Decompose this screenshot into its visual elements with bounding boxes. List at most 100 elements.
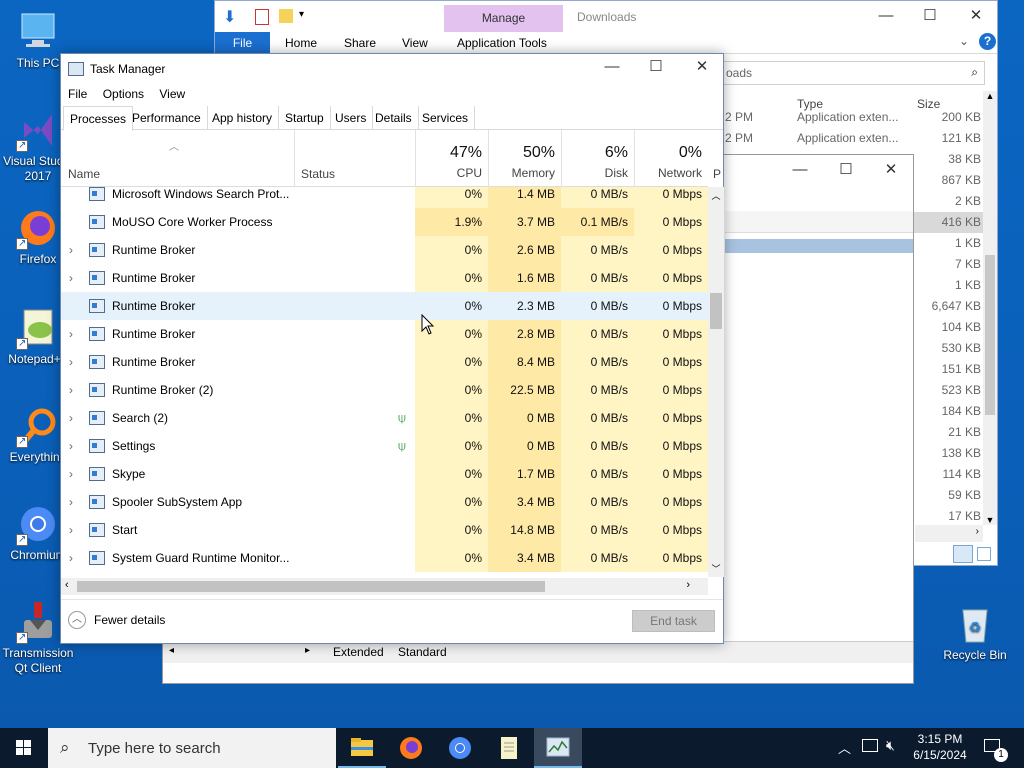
file-row[interactable]: 2 PM Application exten... 200 KB: [725, 107, 983, 128]
menu-file[interactable]: File: [68, 87, 87, 101]
tm-maximize-button[interactable]: ☐: [633, 52, 679, 82]
expand-chevron-icon[interactable]: ›: [69, 376, 73, 404]
expand-chevron-icon[interactable]: ›: [69, 348, 73, 376]
tab-scroll-left-icon[interactable]: ◂: [169, 645, 174, 656]
column-header-power[interactable]: P: [713, 167, 721, 181]
taskbar-task-manager[interactable]: [534, 728, 582, 768]
process-row[interactable]: › Spooler SubSystem App 0% 3.4 MB 0 MB/s 0 Mb…: [61, 488, 708, 516]
action-center-button[interactable]: 1: [980, 728, 1024, 768]
column-header-memory[interactable]: 50% Memory: [488, 130, 561, 187]
new-folder-icon[interactable]: [279, 9, 293, 23]
file-row[interactable]: 2 PM Application exten... 121 KB: [725, 128, 983, 149]
scroll-down-icon[interactable]: ﹀: [708, 562, 724, 575]
task-manager-window[interactable]: Task Manager — ☐ ✕ File Options View Pro…: [60, 53, 724, 644]
column-header-name[interactable]: Name: [68, 167, 100, 181]
network-icon[interactable]: [862, 739, 878, 752]
taskbar-chromium[interactable]: [436, 728, 484, 768]
explorer-vscroll[interactable]: ▲ ▼: [983, 91, 997, 525]
expand-chevron-icon[interactable]: ›: [69, 264, 73, 292]
explorer-close-button[interactable]: ✕: [953, 1, 999, 31]
tm-close-button[interactable]: ✕: [679, 52, 725, 82]
scroll-right-icon[interactable]: ›: [686, 579, 690, 591]
process-row[interactable]: › Skype 0% 1.7 MB 0 MB/s 0 Mbps: [61, 460, 708, 488]
tab-processes[interactable]: Processes: [63, 106, 134, 131]
large-icons-view-icon[interactable]: [977, 547, 991, 561]
tab-performance[interactable]: Performance: [126, 106, 208, 130]
scroll-up-icon[interactable]: ▲: [983, 91, 997, 101]
column-header-disk[interactable]: 6% Disk: [561, 130, 634, 187]
expand-chevron-icon[interactable]: ›: [69, 460, 73, 488]
process-row[interactable]: › Search (2) ⍦ 0% 0 MB 0 MB/s 0 Mbps: [61, 404, 708, 432]
explorer-hscroll[interactable]: ›: [915, 525, 983, 542]
ribbon-expand-icon[interactable]: ⌄: [959, 34, 969, 48]
process-row[interactable]: › Runtime Broker 0% 8.4 MB 0 MB/s 0 Mbps: [61, 348, 708, 376]
tab-extended[interactable]: Extended: [333, 645, 384, 659]
menu-view[interactable]: View: [159, 87, 185, 101]
expand-chevron-icon[interactable]: ›: [69, 236, 73, 264]
desktop-icon-recycle-bin[interactable]: ♻ Recycle Bin: [937, 602, 1013, 663]
explorer-maximize-button[interactable]: ☐: [907, 1, 953, 31]
tab-scroll-right-icon[interactable]: ▸: [305, 645, 310, 656]
ribbon-tab-view[interactable]: View: [402, 36, 428, 50]
properties-icon[interactable]: [255, 9, 269, 25]
tab-standard[interactable]: Standard: [398, 645, 447, 659]
show-hidden-icons-icon[interactable]: ︿: [838, 738, 851, 757]
volume-muted-icon[interactable]: 🔇︎: [886, 737, 895, 754]
column-header-network[interactable]: 0% Network: [634, 130, 708, 187]
tab-app-history[interactable]: App history: [206, 106, 280, 130]
midwin-minimize-button[interactable]: —: [777, 155, 823, 185]
menu-options[interactable]: Options: [103, 87, 144, 101]
scroll-up-icon[interactable]: ︿: [708, 189, 724, 202]
taskbar-notepad[interactable]: [485, 728, 533, 768]
tab-services[interactable]: Services: [416, 106, 476, 130]
expand-chevron-icon[interactable]: ›: [69, 516, 73, 544]
explorer-search-box[interactable]: oads ⌕: [723, 61, 985, 85]
expand-chevron-icon[interactable]: ›: [69, 432, 73, 460]
manage-contextual-tab[interactable]: Manage: [444, 5, 563, 32]
taskbar-search-box[interactable]: ⌕ Type here to search: [48, 728, 336, 768]
process-row[interactable]: › Runtime Broker 0% 2.6 MB 0 MB/s 0 Mbps: [61, 236, 708, 264]
process-list-vscroll[interactable]: ︿ ﹀: [708, 187, 724, 577]
process-list-hscroll[interactable]: ‹ ›: [61, 578, 708, 595]
column-divider[interactable]: [294, 130, 295, 187]
process-row[interactable]: › Runtime Broker 0% 2.8 MB 0 MB/s 0 Mbps: [61, 320, 708, 348]
scroll-right-icon[interactable]: ›: [976, 526, 979, 537]
customize-toolbar-icon[interactable]: ▾: [299, 9, 304, 20]
process-row[interactable]: › Start 0% 14.8 MB 0 MB/s 0 Mbps: [61, 516, 708, 544]
expand-chevron-icon[interactable]: ›: [69, 544, 73, 572]
expand-chevron-icon[interactable]: ›: [69, 404, 73, 432]
ribbon-tab-file[interactable]: File: [215, 32, 270, 54]
process-row[interactable]: Runtime Broker 0% 2.3 MB 0 MB/s 0 Mbps: [61, 292, 708, 320]
end-task-button[interactable]: End task: [632, 610, 715, 632]
explorer-minimize-button[interactable]: —: [863, 1, 909, 31]
scroll-left-icon[interactable]: ‹: [65, 579, 69, 591]
ribbon-tab-application-tools[interactable]: Application Tools: [457, 36, 547, 50]
tab-details[interactable]: Details: [369, 106, 419, 130]
scroll-down-icon[interactable]: ▼: [983, 515, 997, 525]
scroll-thumb[interactable]: [710, 293, 722, 329]
process-row[interactable]: › Runtime Broker (2) 0% 22.5 MB 0 MB/s 0 Mbps: [61, 376, 708, 404]
process-row[interactable]: › System Guard Runtime Monitor... 0% 3.4 MB…: [61, 544, 708, 572]
column-header-cpu[interactable]: 47% CPU: [415, 130, 488, 187]
fewer-details-button[interactable]: ︿ Fewer details: [68, 611, 165, 631]
taskbar-firefox[interactable]: [387, 728, 435, 768]
ribbon-tab-home[interactable]: Home: [285, 36, 317, 50]
tab-startup[interactable]: Startup: [279, 106, 331, 130]
expand-chevron-icon[interactable]: ›: [69, 320, 73, 348]
process-row[interactable]: › Runtime Broker 0% 1.6 MB 0 MB/s 0 Mbps: [61, 264, 708, 292]
help-icon[interactable]: ?: [979, 33, 996, 50]
taskbar-file-explorer[interactable]: [338, 728, 386, 768]
midwin-maximize-button[interactable]: ☐: [823, 155, 869, 185]
start-button[interactable]: [0, 728, 48, 768]
expand-chevron-icon[interactable]: ›: [69, 488, 73, 516]
column-header-status[interactable]: Status: [301, 167, 335, 181]
process-row[interactable]: › Settings ⍦ 0% 0 MB 0 MB/s 0 Mbps: [61, 432, 708, 460]
scroll-thumb[interactable]: [77, 581, 545, 592]
scroll-thumb[interactable]: [985, 255, 995, 415]
details-view-icon[interactable]: [953, 545, 973, 563]
tm-minimize-button[interactable]: —: [589, 52, 635, 82]
clock[interactable]: 3:15 PM 6/15/2024: [908, 731, 972, 763]
selected-row[interactable]: [725, 239, 913, 253]
midwin-close-button[interactable]: ✕: [868, 155, 914, 185]
tab-users[interactable]: Users: [329, 106, 374, 130]
